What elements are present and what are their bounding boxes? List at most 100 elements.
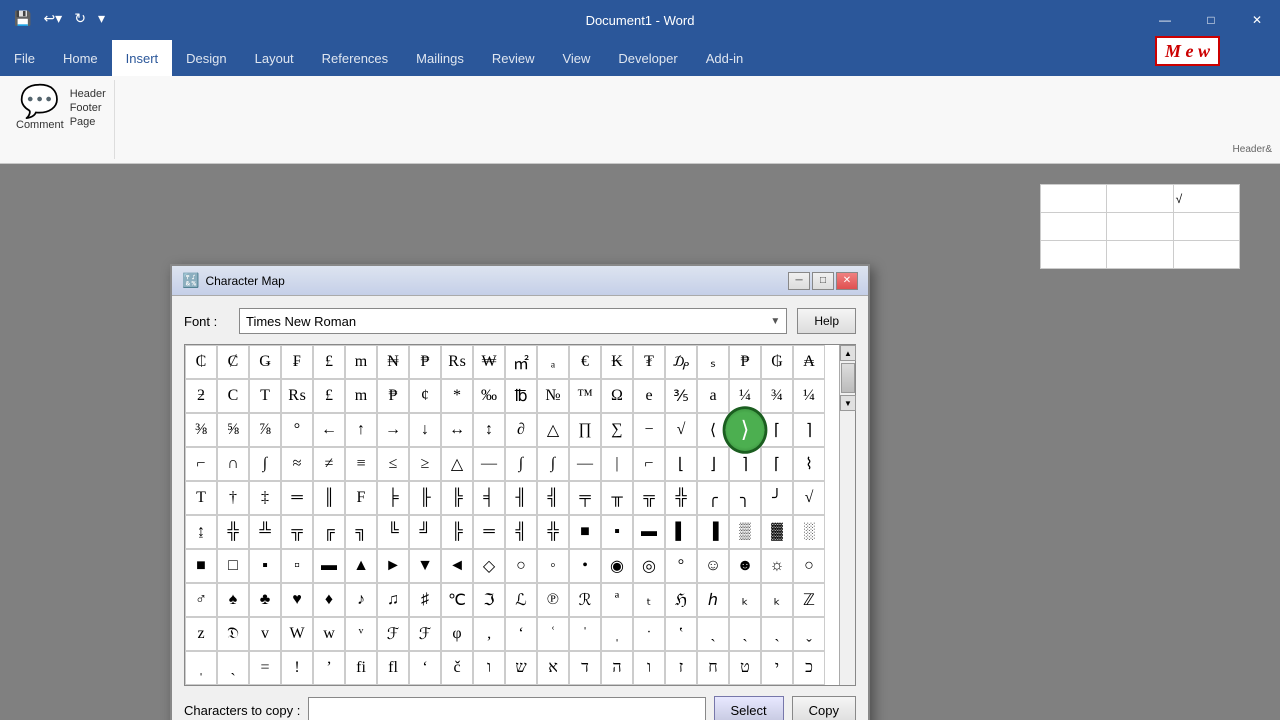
char-cell[interactable]: ♠ (217, 583, 249, 617)
char-cell[interactable]: ₛ (697, 345, 729, 379)
char-cell[interactable]: ℒ (505, 583, 537, 617)
close-btn[interactable]: ✕ (1234, 0, 1280, 40)
char-cell[interactable]: ▬ (313, 549, 345, 583)
tab-review[interactable]: Review (478, 40, 549, 76)
char-cell[interactable]: ℔ (505, 379, 537, 413)
char-cell[interactable]: ₨ (441, 345, 473, 379)
char-cell[interactable]: — (473, 447, 505, 481)
char-cell[interactable]: ™ (569, 379, 601, 413)
char-cell[interactable]: ʿ (537, 617, 569, 651)
dialog-maximize-btn[interactable]: □ (812, 272, 834, 290)
char-cell[interactable]: ╠ (441, 481, 473, 515)
char-cell[interactable]: ⌊ (665, 447, 697, 481)
char-cell[interactable]: ╤ (569, 481, 601, 515)
char-cell[interactable]: ʻ (409, 651, 441, 685)
char-cell[interactable]: − (633, 413, 665, 447)
char-cell[interactable]: ₯ (665, 345, 697, 379)
char-cell[interactable]: כ (793, 651, 825, 685)
char-cell[interactable]: ∂ (505, 413, 537, 447)
char-cell[interactable]: fl (377, 651, 409, 685)
copy-button[interactable]: Copy (792, 696, 856, 720)
char-cell[interactable]: ° (281, 413, 313, 447)
scroll-down-btn[interactable]: ▼ (840, 395, 856, 411)
customize-btn[interactable]: ▾ (94, 8, 109, 29)
char-cell[interactable]: ʻ (505, 617, 537, 651)
char-cell[interactable]: W (281, 617, 313, 651)
char-cell[interactable]: ♣ (249, 583, 281, 617)
char-cell[interactable]: ▌ (665, 515, 697, 549)
char-cell[interactable]: ╯ (761, 481, 793, 515)
char-cell[interactable]: ° (665, 549, 697, 583)
ribbon-item-page[interactable]: Page (70, 116, 106, 128)
char-cell[interactable]: ◄ (441, 549, 473, 583)
char-cell[interactable]: ט (729, 651, 761, 685)
char-cell[interactable]: ≈ (281, 447, 313, 481)
dialog-minimize-btn[interactable]: ─ (788, 272, 810, 290)
char-cell[interactable]: √ (665, 413, 697, 447)
char-cell[interactable]: ╝ (409, 515, 441, 549)
tab-design[interactable]: Design (172, 40, 240, 76)
tab-references[interactable]: References (308, 40, 402, 76)
char-cell[interactable]: ▲ (345, 549, 377, 583)
char-cell[interactable]: ˎ (761, 617, 793, 651)
char-cell[interactable]: ▼ (409, 549, 441, 583)
char-cell[interactable]: 𝔇 (217, 617, 249, 651)
char-cell[interactable]: ▪ (249, 549, 281, 583)
char-cell[interactable]: ℛ (569, 583, 601, 617)
char-cell[interactable]: £ (313, 345, 345, 379)
char-cell[interactable]: w (313, 617, 345, 651)
char-cell[interactable]: F (345, 481, 377, 515)
char-cell[interactable]: ∫ (249, 447, 281, 481)
char-cell[interactable]: fi (345, 651, 377, 685)
char-cell[interactable]: ª (601, 583, 633, 617)
char-cell[interactable]: ƻ (185, 379, 217, 413)
char-cell[interactable]: ░ (793, 515, 825, 549)
char-cell[interactable]: ז (665, 651, 697, 685)
char-cell[interactable]: ₱ (377, 379, 409, 413)
char-cell[interactable]: ╮ (729, 481, 761, 515)
char-cell[interactable]: ¼ (793, 379, 825, 413)
char-cell[interactable]: ╔ (313, 515, 345, 549)
char-cell[interactable]: י (761, 651, 793, 685)
char-cell[interactable]: ד (569, 651, 601, 685)
char-cell[interactable]: Ω (601, 379, 633, 413)
char-cell[interactable]: Ȼ (217, 345, 249, 379)
char-cell[interactable]: ╗ (345, 515, 377, 549)
char-cell[interactable]: ∩ (217, 447, 249, 481)
char-cell[interactable]: ← (313, 413, 345, 447)
tab-file[interactable]: File (0, 40, 49, 76)
tab-home[interactable]: Home (49, 40, 112, 76)
char-cell[interactable]: א (537, 651, 569, 685)
char-cell[interactable]: ╟ (409, 481, 441, 515)
char-cell[interactable]: ╦ (633, 481, 665, 515)
minimize-btn[interactable]: — (1142, 0, 1188, 40)
char-cell[interactable]: φ (441, 617, 473, 651)
comment-main-btn[interactable]: 💬 Comment (16, 84, 64, 131)
char-cell[interactable]: ⌇ (793, 447, 825, 481)
char-cell[interactable]: ⅜ (185, 413, 217, 447)
scroll-up-btn[interactable]: ▲ (840, 345, 856, 361)
char-cell[interactable]: ○ (505, 549, 537, 583)
char-cell[interactable]: ╦ (281, 515, 313, 549)
char-cell[interactable]: | (601, 447, 633, 481)
char-cell[interactable]: ♥ (281, 583, 313, 617)
char-cell[interactable]: ₩ (473, 345, 505, 379)
char-cell[interactable]: ₨ (281, 379, 313, 413)
char-cell[interactable]: ⌈ (761, 447, 793, 481)
char-cell[interactable]: ו (473, 651, 505, 685)
char-cell[interactable]: △ (537, 413, 569, 447)
font-selector[interactable]: Times New Roman ▼ (239, 308, 787, 334)
char-cell[interactable]: ╚ (377, 515, 409, 549)
char-cell[interactable]: ℑ (473, 583, 505, 617)
tab-developer[interactable]: Developer (604, 40, 691, 76)
char-cell[interactable]: ℃ (441, 583, 473, 617)
char-cell[interactable]: ℌ (665, 583, 697, 617)
char-cell[interactable]: ! (281, 651, 313, 685)
char-cell[interactable]: ◦ (537, 549, 569, 583)
char-cell[interactable]: ↕ (473, 413, 505, 447)
char-cell[interactable]: ˈ (569, 617, 601, 651)
tab-mailings[interactable]: Mailings (402, 40, 478, 76)
char-cell[interactable]: √ (793, 481, 825, 515)
char-cell[interactable]: ʼ (313, 651, 345, 685)
char-cell[interactable]: ¢ (409, 379, 441, 413)
